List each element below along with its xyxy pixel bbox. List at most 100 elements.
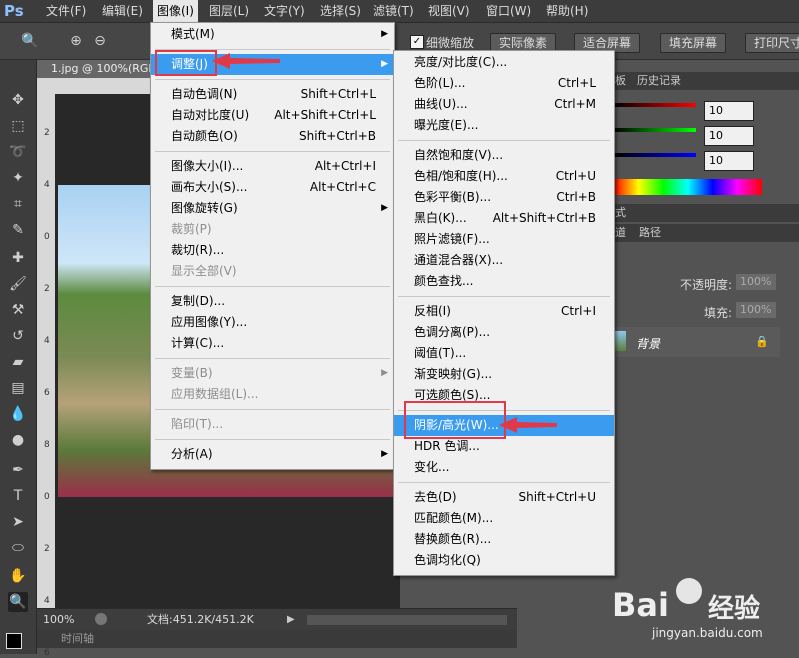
marquee-tool-icon[interactable]: ⬚ [8, 116, 28, 136]
menu-4[interactable]: 文字(Y) [260, 0, 309, 22]
hand-tool-icon[interactable]: ✋ [8, 566, 28, 586]
adjust-menu-item[interactable]: 色彩平衡(B)... Ctrl+B [394, 187, 614, 208]
image-menu-item[interactable]: 分析(A) ▶ [151, 444, 394, 465]
blue-value[interactable]: 10 [704, 151, 754, 171]
history-brush-tool-icon[interactable]: ↺ [8, 326, 28, 346]
adjust-menu-item[interactable]: 色阶(L)... Ctrl+L [394, 73, 614, 94]
fill-screen-button[interactable]: 填充屏幕 [660, 33, 727, 53]
menu-5[interactable]: 选择(S) [316, 0, 365, 22]
adjust-menu-item[interactable]: 色调分离(P)... [394, 322, 614, 343]
adjust-menu-item-shortcut: Alt+Shift+Ctrl+B [492, 211, 596, 225]
adjust-menu-item-label: 替换颜色(R)... [414, 532, 492, 546]
adjust-menu-item[interactable]: 黑白(K)... Alt+Shift+Ctrl+B [394, 208, 614, 229]
image-menu-item[interactable]: 计算(C)... [151, 333, 394, 354]
eyedropper-tool-icon[interactable]: ✎ [8, 220, 28, 240]
styles-tab[interactable]: 式 [615, 204, 626, 222]
adjust-menu-item[interactable]: 变化... [394, 457, 614, 478]
adjust-menu-item[interactable]: 亮度/对比度(C)... [394, 52, 614, 73]
adjust-menu-item[interactable]: 匹配颜色(M)... [394, 508, 614, 529]
type-tool-icon[interactable]: T [8, 486, 28, 506]
blur-tool-icon[interactable]: 💧 [8, 404, 28, 424]
adjust-menu-item-label: 曲线(U)... [414, 97, 468, 111]
adjust-menu-item[interactable]: 阈值(T)... [394, 343, 614, 364]
adjust-menu-item[interactable]: HDR 色调... [394, 436, 614, 457]
zoom-tool-icon[interactable]: 🔍 [8, 592, 28, 612]
blue-slider[interactable] [614, 153, 696, 157]
status-arrow-icon[interactable]: ▶ [287, 609, 295, 631]
healing-brush-tool-icon[interactable]: ✚ [8, 248, 28, 268]
image-menu-item[interactable]: 模式(M) ▶ [151, 24, 394, 45]
green-value[interactable]: 10 [704, 126, 754, 146]
menu-separator [398, 140, 610, 141]
image-menu-item[interactable]: 裁切(R)... [151, 240, 394, 261]
path-selection-tool-icon[interactable]: ➤ [8, 512, 28, 532]
image-menu-item[interactable]: 画布大小(S)... Alt+Ctrl+C [151, 177, 394, 198]
adjust-menu-item-shortcut: Shift+Ctrl+U [518, 490, 596, 504]
image-menu-item[interactable]: 图像旋转(G) ▶ [151, 198, 394, 219]
brush-tool-icon[interactable]: 🖌 [8, 274, 28, 294]
layer-name[interactable]: 背景 [636, 335, 660, 352]
red-value[interactable]: 10 [704, 101, 754, 121]
zoom-tool-icon[interactable]: 🔍 [20, 31, 40, 51]
crop-tool-icon[interactable]: ⌗ [8, 194, 28, 214]
adjust-menu-item[interactable]: 去色(D) Shift+Ctrl+U [394, 487, 614, 508]
menu-3[interactable]: 图层(L) [205, 0, 253, 22]
adjust-menu-item[interactable]: 曲线(U)... Ctrl+M [394, 94, 614, 115]
menu-8[interactable]: 窗口(W) [482, 0, 535, 22]
eraser-tool-icon[interactable]: ▰ [8, 352, 28, 372]
scrubby-zoom-checkbox[interactable]: ✓ [410, 35, 424, 49]
paths-tab[interactable]: 路径 [639, 224, 661, 242]
foreground-color-swatch[interactable] [6, 633, 22, 649]
submenu-arrow-icon: ▶ [381, 59, 388, 69]
image-menu-item[interactable]: 应用图像(Y)... [151, 312, 394, 333]
image-menu-item[interactable]: 复制(D)... [151, 291, 394, 312]
adjust-menu-item[interactable]: 通道混合器(X)... [394, 250, 614, 271]
menu-7[interactable]: 视图(V) [424, 0, 474, 22]
adjust-menu-item[interactable]: 替换颜色(R)... [394, 529, 614, 550]
adjust-menu-item[interactable]: 曝光度(E)... [394, 115, 614, 136]
status-menu-icon[interactable] [95, 613, 107, 625]
zoom-level[interactable]: 100% [43, 609, 74, 631]
adjust-menu-item[interactable]: 颜色查找... [394, 271, 614, 292]
menu-6[interactable]: 滤镜(T) [369, 0, 418, 22]
adjust-menu-item[interactable]: 色相/饱和度(H)... Ctrl+U [394, 166, 614, 187]
image-menu-item[interactable]: 图像大小(I)... Alt+Ctrl+I [151, 156, 394, 177]
menu-9[interactable]: 帮助(H) [542, 0, 592, 22]
green-slider[interactable] [614, 128, 696, 132]
ellipse-tool-icon[interactable]: ⬭ [8, 538, 28, 558]
print-size-button[interactable]: 打印尺寸 [745, 33, 799, 53]
image-menu-item-label: 显示全部(V) [171, 264, 237, 278]
horizontal-scrollbar[interactable] [307, 615, 507, 625]
magic-wand-tool-icon[interactable]: ✦ [8, 168, 28, 188]
opacity-value[interactable]: 100% [736, 274, 776, 290]
adjust-menu-item[interactable]: 色调均化(Q) [394, 550, 614, 571]
history-tab[interactable]: 历史记录 [637, 72, 681, 90]
timeline-label[interactable]: 时间轴 [61, 630, 94, 648]
layer-row-background[interactable] [606, 327, 780, 357]
image-menu-item[interactable]: 自动颜色(O) Shift+Ctrl+B [151, 126, 394, 147]
menu-2[interactable]: 图像(I) [153, 0, 198, 22]
image-menu-item[interactable]: 自动色调(N) Shift+Ctrl+L [151, 84, 394, 105]
lasso-tool-icon[interactable]: ➰ [8, 142, 28, 162]
pen-tool-icon[interactable]: ✒ [8, 460, 28, 480]
red-slider[interactable] [614, 103, 696, 107]
color-tab[interactable]: 板 [615, 72, 626, 90]
adjust-menu-item[interactable]: 反相(I) Ctrl+I [394, 301, 614, 322]
menu-1[interactable]: 编辑(E) [98, 0, 147, 22]
channels-tab[interactable]: 道 [615, 224, 626, 242]
adjust-menu-item[interactable]: 渐变映射(G)... [394, 364, 614, 385]
menu-0[interactable]: 文件(F) [42, 0, 90, 22]
color-spectrum[interactable] [614, 179, 762, 195]
dodge-tool-icon[interactable]: ● [8, 430, 28, 450]
zoom-out-icon[interactable]: ⊖ [90, 31, 110, 51]
fill-value[interactable]: 100% [736, 302, 776, 318]
gradient-tool-icon[interactable]: ▤ [8, 378, 28, 398]
clone-stamp-tool-icon[interactable]: ⚒ [8, 300, 28, 320]
zoom-in-icon[interactable]: ⊕ [66, 31, 86, 51]
adjust-menu-item[interactable]: 自然饱和度(V)... [394, 145, 614, 166]
move-tool-icon[interactable]: ✥ [8, 90, 28, 110]
image-menu-item[interactable]: 自动对比度(U) Alt+Shift+Ctrl+L [151, 105, 394, 126]
adjust-menu-item[interactable]: 照片滤镜(F)... [394, 229, 614, 250]
image-menu-item: 陷印(T)... [151, 414, 394, 435]
adjust-menu-item-label: 自然饱和度(V)... [414, 148, 504, 162]
